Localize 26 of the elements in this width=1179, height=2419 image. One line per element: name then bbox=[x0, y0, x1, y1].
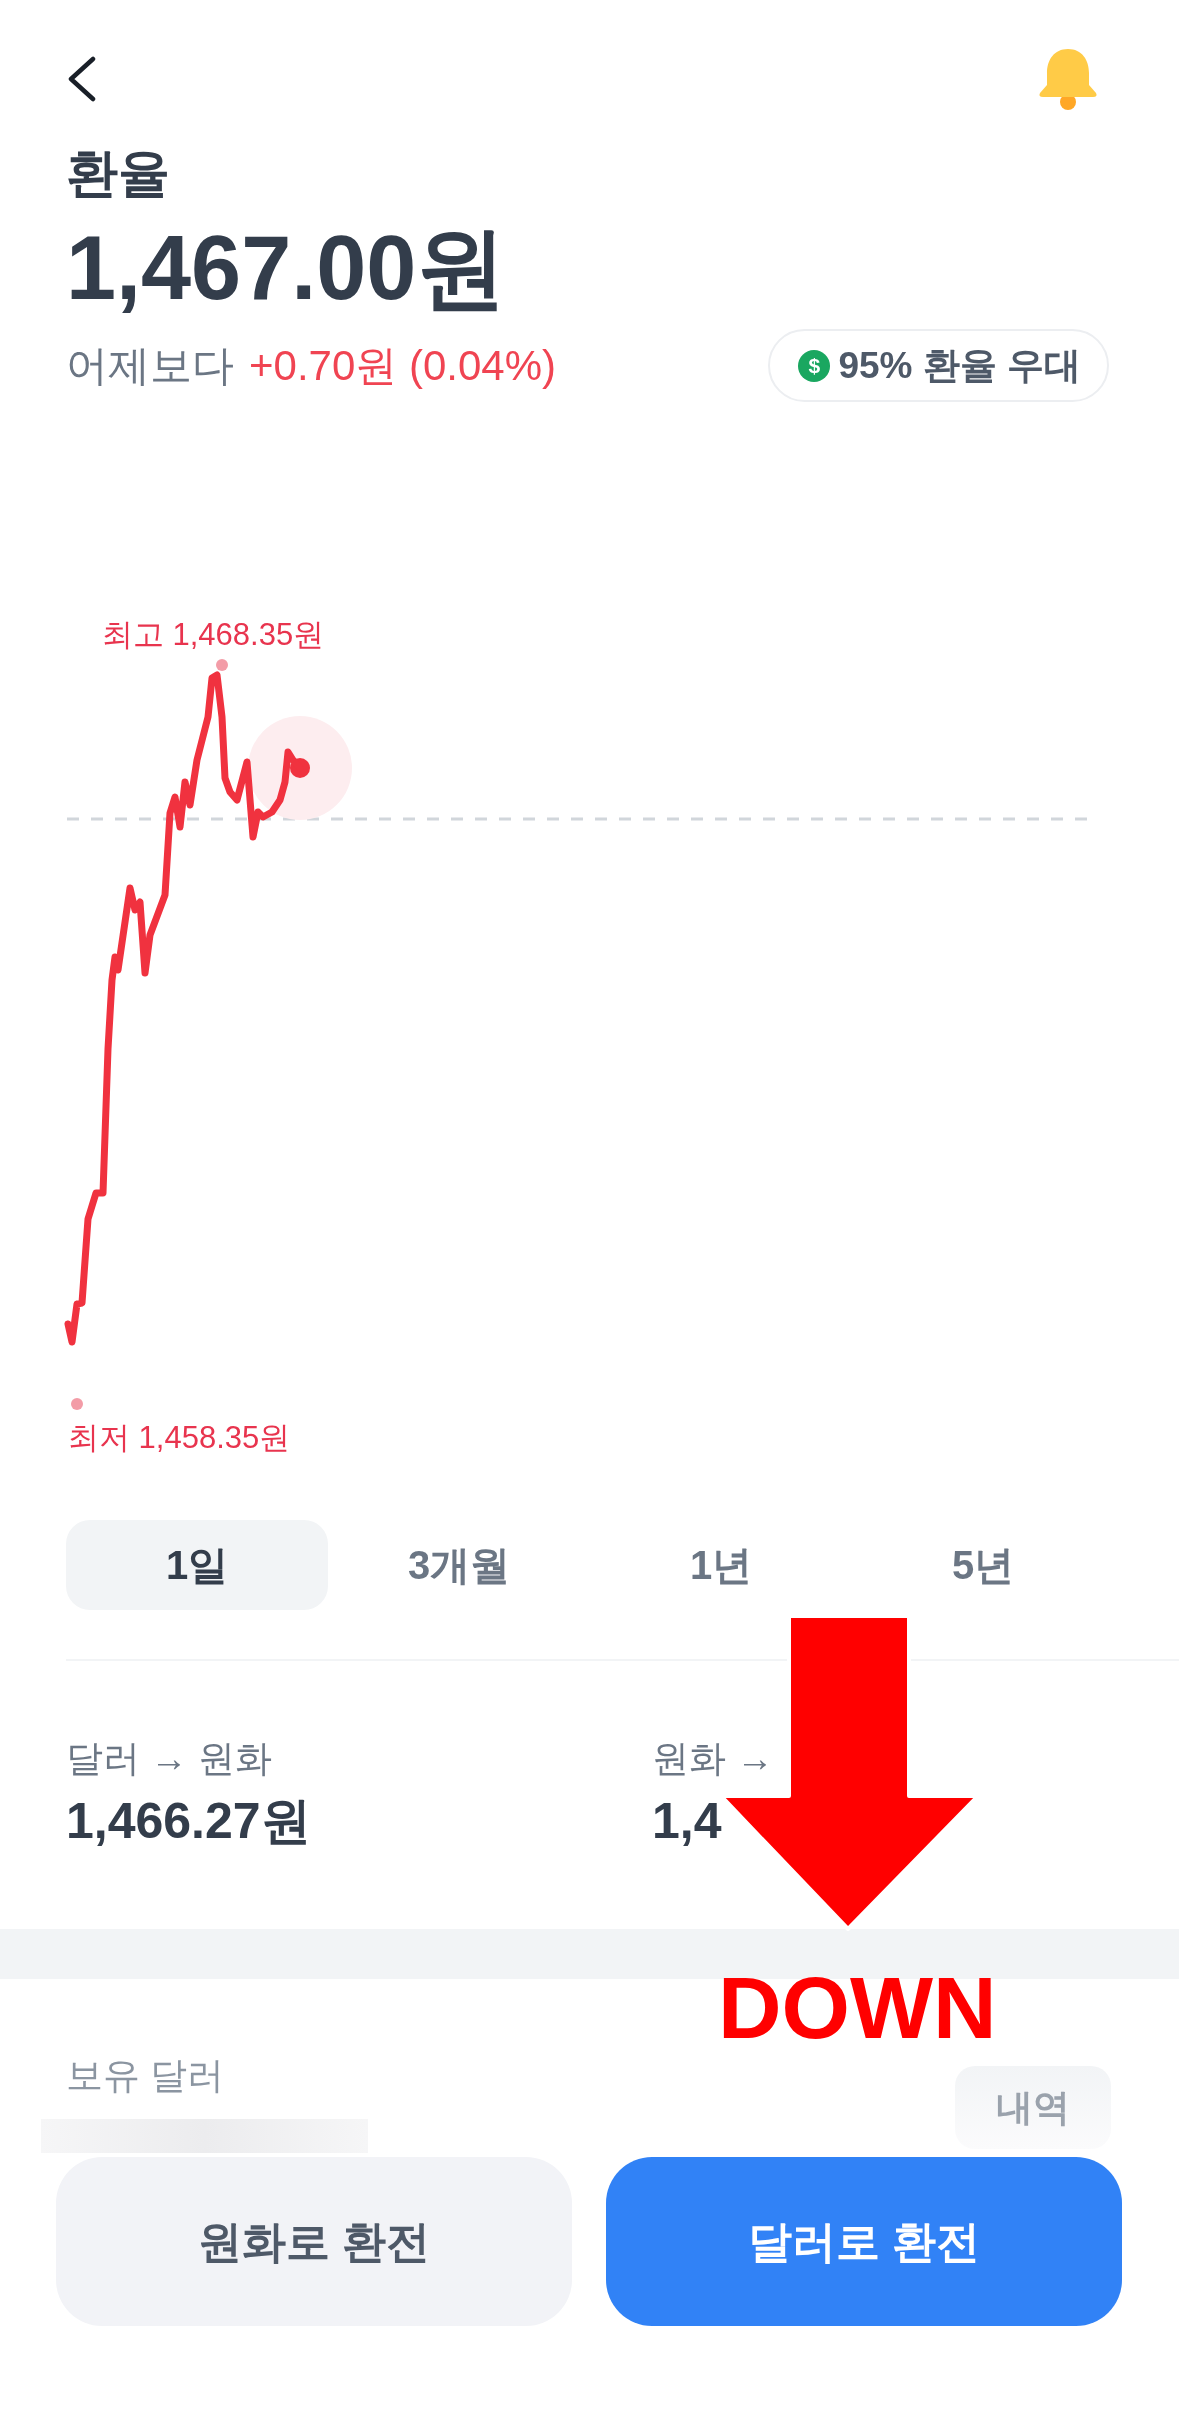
holdings-label: 보유 달러 bbox=[66, 2054, 225, 2098]
high-marker-icon bbox=[216, 659, 228, 671]
low-marker-icon bbox=[71, 1398, 83, 1410]
period-tab[interactable]: 1일 bbox=[66, 1520, 328, 1610]
exchange-button[interactable]: 원화로 환전 bbox=[56, 2157, 572, 2326]
exchange-button[interactable]: 달러로 환전 bbox=[606, 2157, 1122, 2326]
rate-value: 1,4 bbox=[652, 1792, 722, 1851]
page-title: 환율 bbox=[66, 143, 170, 204]
rate-label: 원화 → bbox=[652, 1737, 774, 1781]
change-label: 어제보다 bbox=[66, 340, 234, 391]
period-tab[interactable]: 5년 bbox=[852, 1520, 1114, 1610]
annotation-label: DOWN bbox=[718, 1964, 997, 2052]
dollar-icon: $ bbox=[798, 349, 831, 382]
back-icon[interactable] bbox=[66, 55, 98, 102]
change-value: +0.70원 (0.04%) bbox=[249, 340, 556, 391]
low-label: 최저 1,458.35원 bbox=[68, 1420, 291, 1455]
history-button[interactable]: 내역 bbox=[955, 2066, 1111, 2149]
rate-value: 1,466.27원 bbox=[66, 1792, 311, 1851]
high-label: 최고 1,468.35원 bbox=[101, 617, 325, 652]
discount-badge[interactable]: $ 95% 환율 우대 bbox=[768, 329, 1109, 402]
period-tab[interactable]: 3개월 bbox=[328, 1520, 590, 1610]
badge-label: 95% 환율 우대 bbox=[838, 343, 1081, 388]
current-point-icon bbox=[248, 716, 352, 820]
period-tab[interactable]: 1년 bbox=[590, 1520, 852, 1610]
exchange-rate-value: 1,467.00원 bbox=[66, 218, 507, 318]
rate-label: 달러 → 원화 bbox=[66, 1737, 272, 1781]
